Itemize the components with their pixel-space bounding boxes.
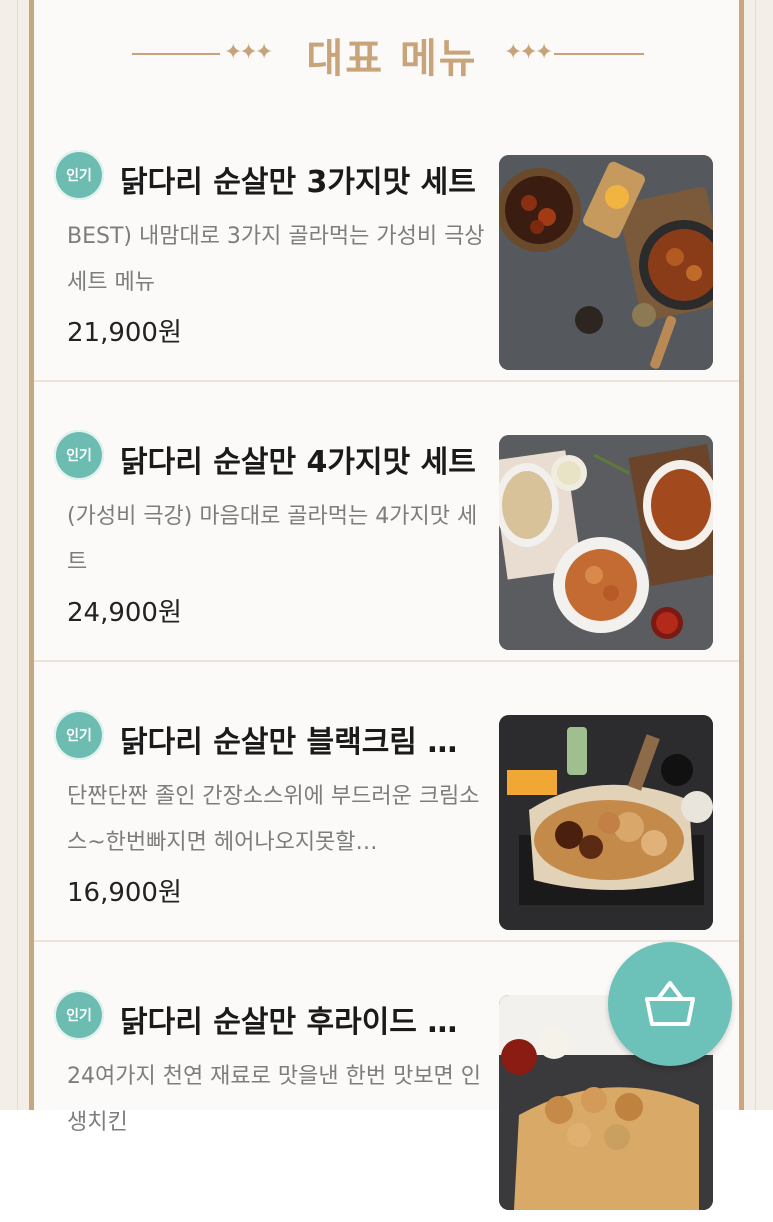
diamond-ornament-left-icon: ✦✦✦	[224, 40, 273, 65]
menu-item-description: 24여가지 천연 재료로 맛을낸 한번 맛보면 인생치킨	[67, 1064, 482, 1135]
popular-badge: 인기	[54, 430, 104, 480]
chicken-4-flavors-photo-art	[499, 435, 713, 650]
menu-item-description: (가성비 극강) 마음대로 골라먹는 4가지맛 세트	[67, 504, 478, 575]
page: ✦✦✦ 대표 메뉴 ✦✦✦ 인기 닭다리 순살만 3가지맛 세트 BEST) 내…	[0, 0, 773, 1210]
left-border-decoration	[0, 0, 34, 1110]
menu-item-price: 16,900원	[67, 878, 182, 908]
popular-badge: 인기	[54, 710, 104, 760]
chicken-3-flavors-photo-art	[499, 155, 713, 370]
black-cream-chicken-photo[interactable]	[499, 715, 713, 930]
menu-item-description: BEST) 내맘대로 3가지 골라먹는 가성비 극상 세트 메뉴	[67, 224, 485, 295]
cart-button[interactable]	[608, 942, 732, 1066]
popular-badge: 인기	[54, 990, 104, 1040]
chicken-3-flavors-photo[interactable]	[499, 155, 713, 370]
menu-item-name[interactable]: 닭다리 순살만 3가지맛 세트	[120, 157, 480, 201]
right-border-decoration	[739, 0, 773, 1110]
popular-badge: 인기	[54, 150, 104, 200]
chicken-4-flavors-photo[interactable]	[499, 435, 713, 650]
diamond-ornament-right-icon: ✦✦✦	[504, 40, 553, 65]
header-line-left	[132, 53, 220, 55]
menu-item-description: 단짠단짠 졸인 간장소스위에 부드러운 크림소스~한번빠지면 헤어나오지못할…	[67, 784, 480, 855]
menu-item[interactable]: 인기 닭다리 순살만 3가지맛 세트 BEST) 내맘대로 3가지 골라먹는 가…	[34, 102, 739, 382]
menu-item-name[interactable]: 닭다리 순살만 4가지맛 세트	[120, 437, 480, 481]
section-title: 대표 메뉴	[306, 36, 478, 82]
basket-icon	[645, 981, 695, 1026]
menu-content: ✦✦✦ 대표 메뉴 ✦✦✦ 인기 닭다리 순살만 3가지맛 세트 BEST) 내…	[34, 0, 739, 1210]
menu-item-name[interactable]: 닭다리 순살만 블랙크림 반/…	[120, 717, 480, 761]
section-header: ✦✦✦ 대표 메뉴 ✦✦✦	[34, 22, 739, 82]
menu-item-name[interactable]: 닭다리 순살만 후라이드 치킨	[120, 997, 480, 1041]
black-cream-chicken-photo-art	[499, 715, 713, 930]
menu-item-price: 21,900원	[67, 318, 182, 348]
menu-item[interactable]: 인기 닭다리 순살만 블랙크림 반/… 단짠단짠 졸인 간장소스위에 부드러운 …	[34, 662, 739, 942]
menu-item[interactable]: 인기 닭다리 순살만 4가지맛 세트 (가성비 극강) 마음대로 골라먹는 4가…	[34, 382, 739, 662]
menu-item-price: 24,900원	[67, 598, 182, 628]
header-line-right	[554, 53, 644, 55]
